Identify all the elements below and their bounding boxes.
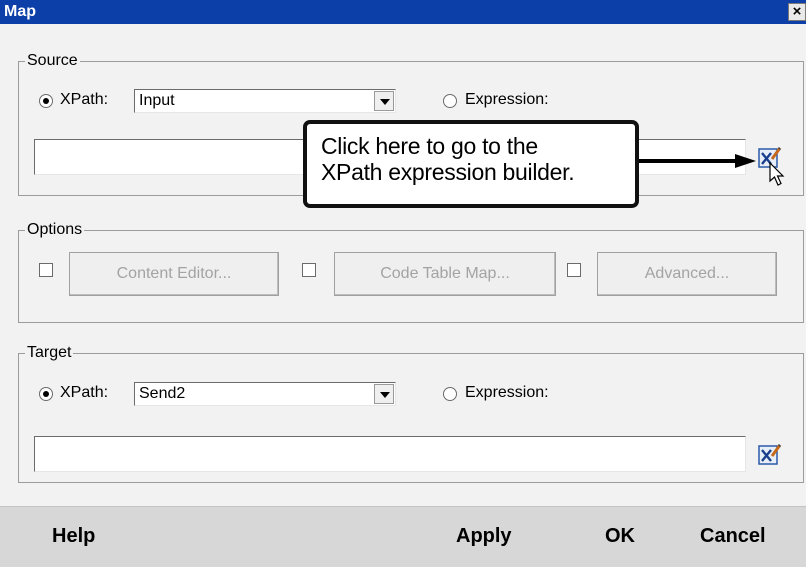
target-expression-label: Expression:: [465, 384, 549, 401]
callout-line-1: Click here to go to the: [321, 133, 538, 159]
source-xpath-radio[interactable]: [39, 94, 53, 108]
target-expression-field[interactable]: [34, 436, 746, 472]
advanced-button[interactable]: Advanced...: [597, 252, 777, 296]
tutorial-callout: Click here to go to the XPath expression…: [303, 120, 639, 208]
code-table-map-button[interactable]: Code Table Map...: [334, 252, 556, 296]
map-dialog: Map × Source XPath: Input Expression: Op…: [0, 0, 806, 567]
source-legend: Source: [25, 51, 80, 71]
source-xpath-dropdown[interactable]: Input: [134, 89, 396, 113]
chevron-down-icon[interactable]: [374, 384, 394, 404]
target-group: Target XPath: Send2 Expression:: [18, 343, 804, 483]
chevron-down-icon[interactable]: [374, 91, 394, 111]
source-xpath-value: Input: [139, 92, 175, 109]
mouse-cursor-icon: [769, 162, 785, 186]
code-table-map-checkbox[interactable]: [302, 263, 316, 277]
dialog-footer: Help Apply OK Cancel: [0, 506, 806, 567]
xpath-builder-icon[interactable]: [758, 442, 782, 466]
source-expression-radio[interactable]: [443, 94, 457, 108]
target-xpath-label: XPath:: [60, 384, 109, 401]
target-xpath-value: Send2: [139, 385, 186, 402]
ok-button[interactable]: OK: [605, 525, 635, 548]
title-bar[interactable]: Map ×: [0, 0, 806, 24]
advanced-checkbox[interactable]: [567, 263, 581, 277]
target-xpath-dropdown[interactable]: Send2: [134, 382, 396, 406]
window-title: Map: [4, 3, 36, 20]
target-legend: Target: [25, 343, 74, 363]
target-xpath-radio[interactable]: [39, 387, 53, 401]
content-editor-button[interactable]: Content Editor...: [69, 252, 279, 296]
source-expression-label: Expression:: [465, 91, 549, 108]
options-group: Options Content Editor... Code Table Map…: [18, 220, 804, 323]
options-legend: Options: [25, 220, 85, 240]
apply-button[interactable]: Apply: [456, 525, 512, 548]
callout-text: Click here to go to the XPath expression…: [321, 133, 575, 185]
callout-line-2: XPath expression builder.: [321, 159, 575, 185]
close-button[interactable]: ×: [788, 3, 806, 21]
target-expression-radio[interactable]: [443, 387, 457, 401]
callout-arrow-icon: [639, 154, 756, 168]
cancel-button[interactable]: Cancel: [700, 525, 766, 548]
source-xpath-label: XPath:: [60, 91, 109, 108]
content-editor-checkbox[interactable]: [39, 263, 53, 277]
help-button[interactable]: Help: [52, 525, 95, 548]
